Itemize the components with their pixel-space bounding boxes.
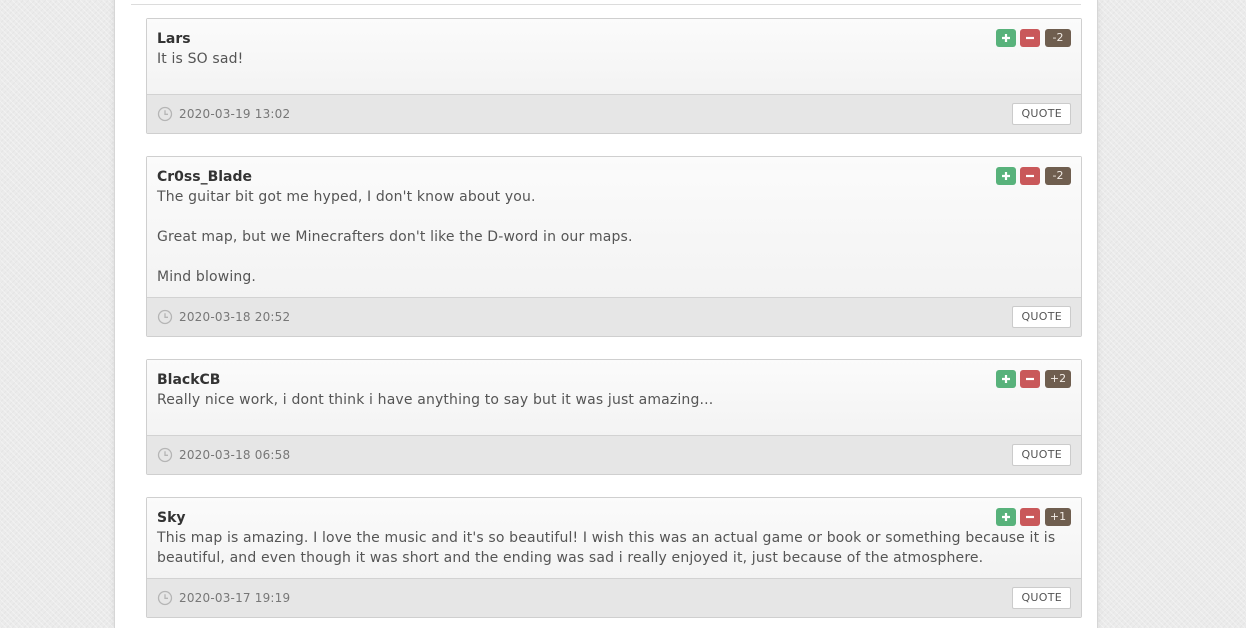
plus-icon: [1002, 34, 1010, 42]
minus-icon: [1026, 377, 1034, 381]
comment-paragraph: Really nice work, i dont think i have an…: [157, 392, 714, 408]
comment: Cr0ss_Blade The guitar bit got me hyped,…: [146, 156, 1082, 337]
vote-up-button[interactable]: [996, 370, 1016, 388]
comment-text: Really nice work, i dont think i have an…: [157, 390, 1071, 410]
comment-text: The guitar bit got me hyped, I don't kno…: [157, 187, 1071, 287]
comment-text: It is SO sad!: [157, 49, 1071, 69]
comment-footer: 2020-03-19 13:02 QUOTE: [147, 94, 1081, 133]
comment-paragraph: It is SO sad!: [157, 51, 244, 67]
comment-footer: 2020-03-18 20:52 QUOTE: [147, 297, 1081, 336]
score-badge: -2: [1045, 167, 1071, 185]
comment-paragraph: Great map, but we Minecrafters don't lik…: [157, 229, 633, 245]
vote-down-button[interactable]: [1020, 370, 1040, 388]
comment-body: Lars It is SO sad! -2: [147, 19, 1081, 94]
score-badge: +2: [1045, 370, 1071, 388]
vote-controls: +1: [996, 508, 1071, 526]
quote-button[interactable]: QUOTE: [1012, 444, 1071, 466]
clock-icon: [157, 309, 173, 325]
comment-body: Cr0ss_Blade The guitar bit got me hyped,…: [147, 157, 1081, 297]
minus-icon: [1026, 515, 1034, 519]
vote-controls: -2: [996, 167, 1071, 185]
clock-icon: [157, 590, 173, 606]
content-column: Lars It is SO sad! -2 2020-03-19 13:02 Q…: [114, 0, 1098, 628]
vote-controls: +2: [996, 370, 1071, 388]
comment-list: Lars It is SO sad! -2 2020-03-19 13:02 Q…: [146, 18, 1082, 628]
comment-timestamp: 2020-03-19 13:02: [179, 107, 291, 121]
plus-icon: [1002, 375, 1010, 383]
comment-author[interactable]: Sky: [157, 508, 1071, 528]
vote-up-button[interactable]: [996, 167, 1016, 185]
comment-footer: 2020-03-18 06:58 QUOTE: [147, 435, 1081, 474]
score-badge: -2: [1045, 29, 1071, 47]
minus-icon: [1026, 36, 1034, 40]
clock-icon: [157, 106, 173, 122]
previous-section-edge: [131, 0, 1081, 5]
comment-body: Sky This map is amazing. I love the musi…: [147, 498, 1081, 578]
comment-paragraph: The guitar bit got me hyped, I don't kno…: [157, 189, 536, 205]
quote-button[interactable]: QUOTE: [1012, 103, 1071, 125]
vote-down-button[interactable]: [1020, 167, 1040, 185]
minus-icon: [1026, 174, 1034, 178]
vote-down-button[interactable]: [1020, 29, 1040, 47]
comment-paragraph: Mind blowing.: [157, 269, 257, 285]
comment-timestamp: 2020-03-18 20:52: [179, 310, 291, 324]
quote-button[interactable]: QUOTE: [1012, 587, 1071, 609]
comment-author[interactable]: Cr0ss_Blade: [157, 167, 1071, 187]
vote-controls: -2: [996, 29, 1071, 47]
quote-button[interactable]: QUOTE: [1012, 306, 1071, 328]
comment: Lars It is SO sad! -2 2020-03-19 13:02 Q…: [146, 18, 1082, 134]
plus-icon: [1002, 513, 1010, 521]
comment: Sky This map is amazing. I love the musi…: [146, 497, 1082, 618]
comment-timestamp: 2020-03-17 19:19: [179, 591, 291, 605]
comment-timestamp: 2020-03-18 06:58: [179, 448, 291, 462]
comment-paragraph: This map is amazing. I love the music an…: [157, 530, 1056, 566]
clock-icon: [157, 447, 173, 463]
score-badge: +1: [1045, 508, 1071, 526]
comment-author[interactable]: BlackCB: [157, 370, 1071, 390]
vote-down-button[interactable]: [1020, 508, 1040, 526]
vote-up-button[interactable]: [996, 29, 1016, 47]
vote-up-button[interactable]: [996, 508, 1016, 526]
comment-body: BlackCB Really nice work, i dont think i…: [147, 360, 1081, 435]
comment-footer: 2020-03-17 19:19 QUOTE: [147, 578, 1081, 617]
comment-author[interactable]: Lars: [157, 29, 1071, 49]
comment-text: This map is amazing. I love the music an…: [157, 528, 1071, 568]
plus-icon: [1002, 172, 1010, 180]
comment: BlackCB Really nice work, i dont think i…: [146, 359, 1082, 475]
